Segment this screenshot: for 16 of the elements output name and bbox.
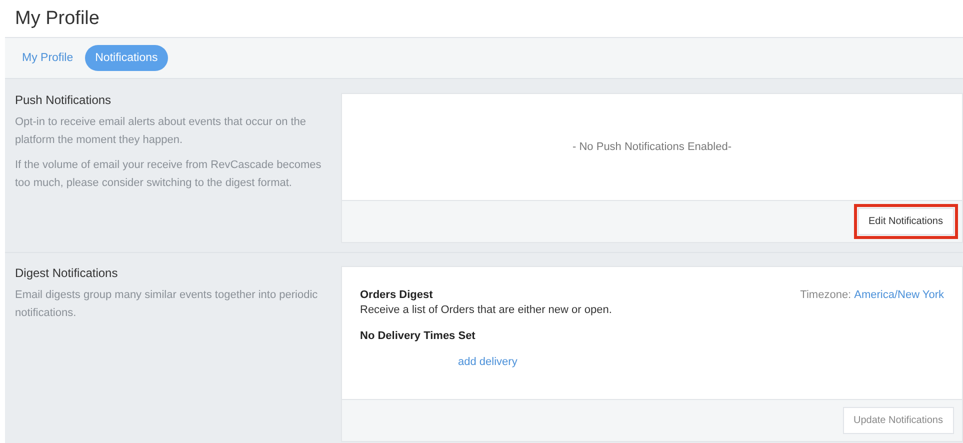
digest-title: Orders Digest bbox=[360, 289, 434, 301]
delivery-heading: No Delivery Times Set bbox=[360, 330, 476, 342]
tab[interactable]: My Profile bbox=[16, 46, 80, 70]
section-title: Digest Notifications bbox=[15, 266, 119, 280]
section-description: Email digests group many similar events together into periodic notifications. bbox=[15, 288, 319, 321]
tab[interactable]: Notifications bbox=[85, 45, 168, 71]
timezone-link[interactable]: America/New York bbox=[854, 289, 944, 301]
section-title: Push Notifications bbox=[15, 93, 112, 107]
timezone-label: Timezone: bbox=[800, 289, 852, 301]
page-title: My Profile bbox=[14, 7, 100, 31]
add-delivery-link[interactable]: add delivery bbox=[458, 356, 518, 368]
section-description: Opt-in to receive email alerts about events that occur on the platform the moment they happen. bbox=[15, 115, 308, 148]
section-description: If the volume of email your receive from RevCascade becomes too much, please consider switching to the digest format. bbox=[15, 158, 322, 191]
notifications-button[interactable]: Edit Notifications bbox=[858, 208, 954, 235]
digest-description: Receive a list of Orders that are either new or open. bbox=[360, 304, 612, 316]
empty-message: - No Push Notifications Enabled- bbox=[572, 141, 732, 153]
